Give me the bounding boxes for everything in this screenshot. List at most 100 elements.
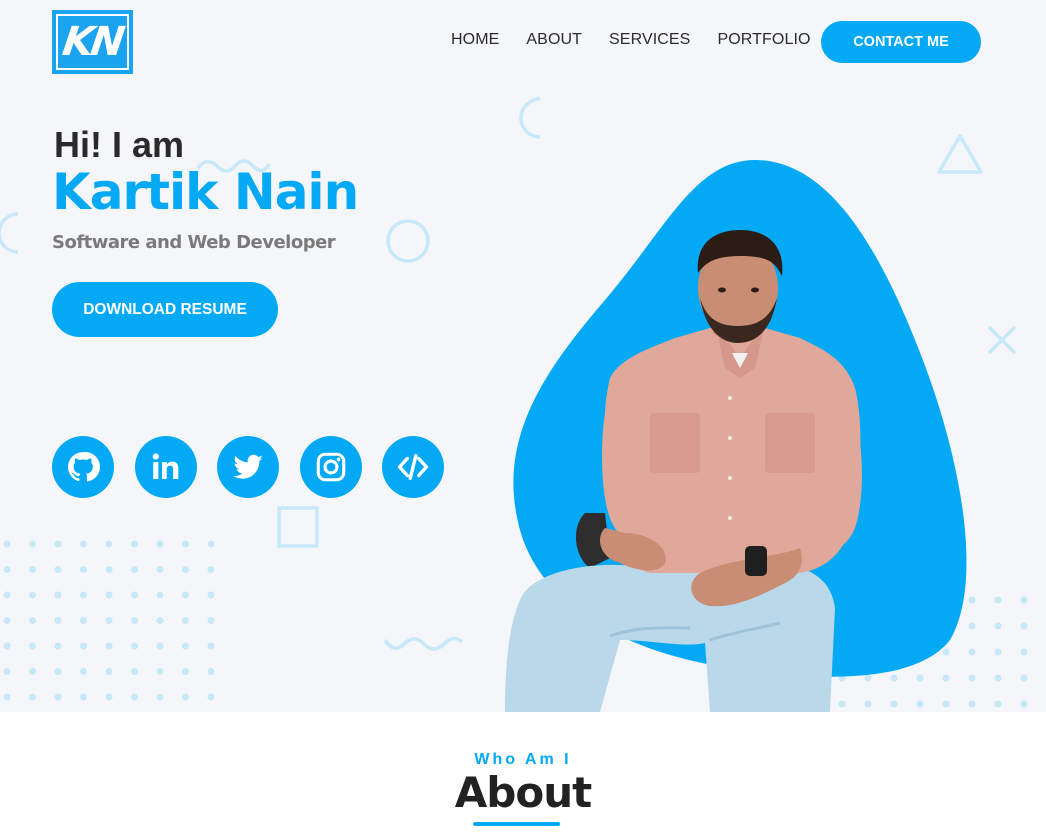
- code-icon: [397, 453, 429, 481]
- decor-dot: [156, 668, 164, 675]
- decor-dot: [29, 591, 36, 599]
- decor-circle: [386, 219, 430, 263]
- code-link[interactable]: [382, 436, 444, 498]
- decor-dot: [131, 693, 138, 701]
- decor-dot: [29, 668, 36, 675]
- decor-dot: [80, 591, 87, 599]
- decor-dot: [207, 617, 215, 624]
- decor-dot: [80, 617, 87, 624]
- decor-dot: [207, 591, 215, 599]
- github-link[interactable]: [52, 436, 114, 498]
- decor-dot: [80, 642, 87, 650]
- profile-photo: [505, 230, 862, 712]
- decor-dot: [54, 591, 62, 599]
- decor-dot: [207, 540, 215, 548]
- nav-portfolio[interactable]: PORTFOLIO: [717, 31, 810, 49]
- instagram-link[interactable]: [299, 436, 362, 498]
- decor-dot: [3, 591, 11, 599]
- decor-dot: [29, 617, 36, 624]
- decor-dot: [131, 540, 138, 548]
- instagram-icon: [316, 452, 345, 482]
- decor-dot: [1020, 622, 1028, 630]
- decor-dot: [131, 642, 138, 650]
- decor-dot: [156, 617, 164, 624]
- hero-greeting: Hi! I am: [54, 124, 185, 165]
- hero-section: KN HOME ABOUT SERVICES PORTFOLIO CONTACT…: [0, 0, 1046, 712]
- decor-dot: [994, 674, 1002, 682]
- decor-dot: [3, 566, 11, 573]
- decor-dot: [182, 566, 189, 573]
- github-icon: [67, 451, 100, 482]
- decor-dot: [994, 596, 1002, 604]
- decor-dot: [182, 591, 189, 599]
- about-section: Who Am I About: [0, 712, 1046, 837]
- nav-home[interactable]: HOME: [451, 31, 499, 49]
- nav-services[interactable]: SERVICES: [609, 31, 690, 49]
- decor-dot: [156, 540, 164, 548]
- decor-dot: [54, 540, 62, 548]
- nav-about[interactable]: ABOUT: [526, 31, 582, 49]
- decor-dot: [29, 693, 36, 701]
- decor-dot: [1020, 648, 1028, 656]
- linkedin-icon: [152, 453, 178, 480]
- decor-dot: [80, 668, 87, 675]
- decor-dot: [994, 622, 1002, 630]
- decor-dot: [156, 693, 164, 701]
- decor-dot: [994, 700, 1002, 708]
- decor-dot: [131, 566, 138, 573]
- decor-dot: [54, 668, 62, 675]
- decor-dot: [29, 540, 36, 548]
- decor-dot: [1020, 700, 1028, 708]
- decor-dot: [54, 566, 62, 573]
- decor-dot: [80, 693, 87, 701]
- decor-dot-grid-left: [3, 540, 215, 701]
- about-kicker: Who Am I: [474, 751, 572, 768]
- decor-dot: [156, 566, 164, 573]
- download-resume-button[interactable]: DOWNLOAD RESUME: [52, 282, 278, 337]
- decor-dot: [80, 566, 87, 573]
- decor-dot: [105, 693, 113, 701]
- hero-role: Software and Web Developer: [52, 232, 336, 253]
- decor-arc-top: [519, 97, 541, 139]
- decor-dot: [80, 540, 87, 548]
- decor-dot: [105, 642, 113, 650]
- decor-dot: [29, 642, 36, 650]
- decor-dot: [156, 642, 164, 650]
- decor-dot: [105, 617, 113, 624]
- decor-dot: [54, 642, 62, 650]
- twitter-link[interactable]: [217, 436, 279, 498]
- decor-dot: [105, 591, 113, 599]
- social-links: [52, 436, 444, 498]
- decor-dot: [182, 642, 189, 650]
- contact-me-button[interactable]: CONTACT ME: [821, 21, 981, 63]
- decor-dot: [942, 700, 950, 708]
- decor-dot: [3, 642, 11, 650]
- about-underline: [473, 822, 560, 826]
- about-title: About: [454, 768, 592, 817]
- decor-dot: [156, 591, 164, 599]
- decor-dot: [207, 566, 215, 573]
- decor-wave-bottom: [383, 636, 464, 651]
- decor-dot: [890, 700, 898, 708]
- decor-dot: [105, 566, 113, 573]
- decor-dot: [207, 642, 215, 650]
- decor-dot: [131, 617, 138, 624]
- decor-cross: [987, 325, 1017, 355]
- decor-dot: [105, 668, 113, 675]
- decor-dot: [207, 693, 215, 701]
- hero-name: Kartik Nain: [52, 163, 359, 221]
- twitter-icon: [233, 454, 263, 479]
- decor-dot: [131, 668, 138, 675]
- decor-dot: [3, 617, 11, 624]
- decor-arc-left: [0, 212, 19, 254]
- decor-dot: [105, 540, 113, 548]
- main-nav: HOME ABOUT SERVICES PORTFOLIO: [451, 31, 838, 49]
- decor-dot: [207, 668, 215, 675]
- decor-dot: [916, 700, 924, 708]
- decor-dot: [1020, 674, 1028, 682]
- decor-dot: [182, 668, 189, 675]
- logo-text: KN: [60, 19, 125, 65]
- site-logo[interactable]: KN: [52, 10, 133, 74]
- linkedin-link[interactable]: [134, 436, 197, 498]
- decor-dot: [182, 617, 189, 624]
